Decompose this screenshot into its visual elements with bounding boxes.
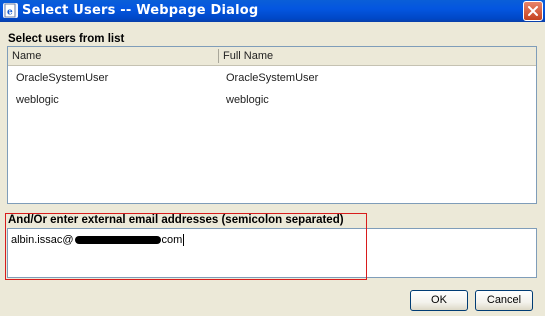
email-input-value: albin.issac@ com [11,234,185,247]
cell-name: OracleSystemUser [16,72,109,84]
text-caret [183,234,185,247]
cell-full-name: OracleSystemUser [226,72,319,84]
column-header-full-name[interactable]: Full Name [219,47,536,65]
email-input[interactable]: albin.issac@ com [7,228,537,278]
window-title: Select Users -- Webpage Dialog [22,3,259,18]
users-list[interactable]: Name Full Name OracleSystemUser OracleSy… [7,46,537,204]
users-list-header: Name Full Name [8,47,536,66]
ie-page-icon: e [3,3,18,18]
email-section-label: And/Or enter external email addresses (s… [8,214,344,226]
window-titlebar[interactable]: e Select Users -- Webpage Dialog [0,0,545,22]
email-value-prefix: albin.issac@ [11,234,74,246]
redacted-text [74,236,161,245]
ok-button[interactable]: OK [410,290,468,311]
users-section-label: Select users from list [8,33,125,45]
cell-full-name: weblogic [226,94,269,106]
svg-text:e: e [7,8,13,18]
cancel-button[interactable]: Cancel [475,290,533,311]
column-header-name[interactable]: Name [8,47,218,65]
email-value-suffix: com [161,234,183,246]
close-icon[interactable] [523,1,543,21]
cell-name: weblogic [16,94,59,106]
